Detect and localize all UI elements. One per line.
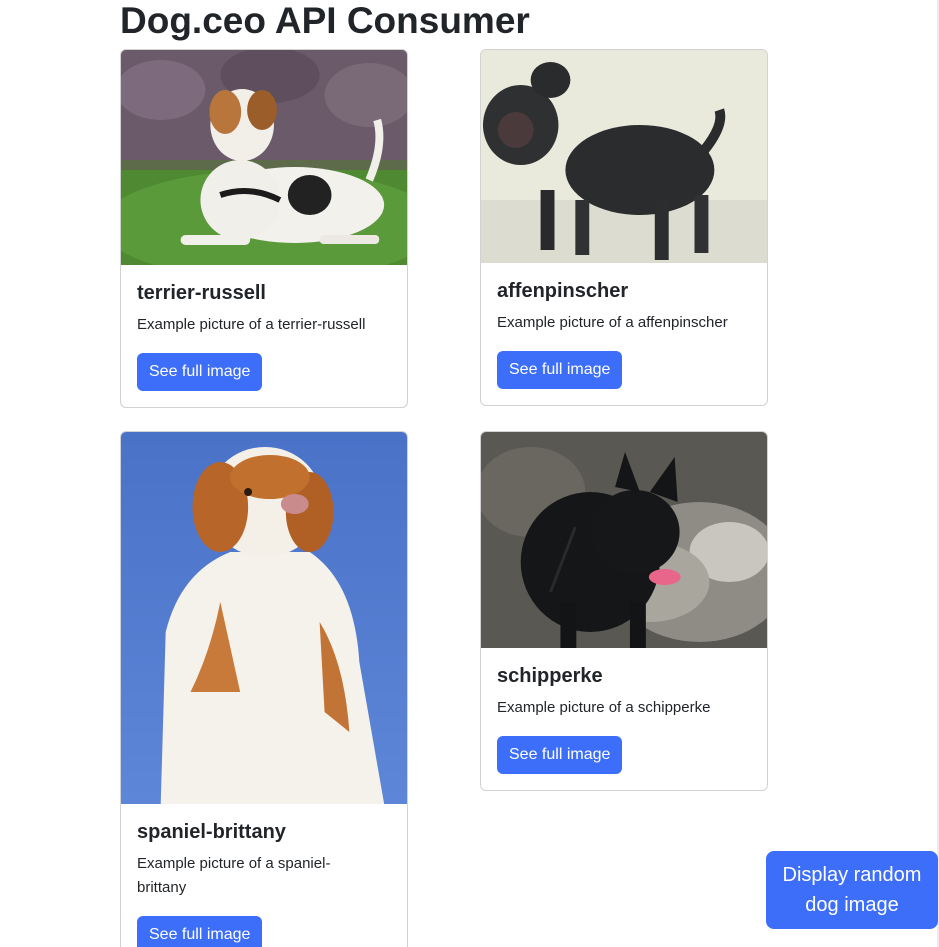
dog-photo xyxy=(481,432,767,648)
page: Dog.ceo API Consumer terrier-russell Exa… xyxy=(0,0,939,947)
card-title: spaniel-brittany xyxy=(137,821,286,843)
card-body: schipperke Example picture of a schipper… xyxy=(481,648,767,790)
card-caption: Example picture of a affenpinscher xyxy=(497,314,728,331)
dog-card-terrier-russell: terrier-russell Example picture of a ter… xyxy=(120,49,408,408)
card-caption: Example picture of a spaniel-brittany xyxy=(137,855,331,896)
see-full-image-button[interactable]: See full image xyxy=(137,916,263,947)
dog-card-spaniel-brittany: spaniel-brittany Example picture of a sp… xyxy=(120,431,408,947)
card-caption: Example picture of a schipperke xyxy=(497,699,711,716)
dog-photo xyxy=(481,50,767,263)
card-body: affenpinscher Example picture of a affen… xyxy=(481,263,767,405)
card-title: terrier-russell xyxy=(137,282,266,304)
card-body: terrier-russell Example picture of a ter… xyxy=(121,265,407,407)
dog-card-affenpinscher: affenpinscher Example picture of a affen… xyxy=(480,49,768,406)
page-title: Dog.ceo API Consumer xyxy=(120,0,530,41)
card-caption: Example picture of a terrier-russell xyxy=(137,316,366,333)
see-full-image-button[interactable]: See full image xyxy=(497,351,623,389)
dog-photo xyxy=(121,432,407,804)
see-full-image-button[interactable]: See full image xyxy=(137,353,263,391)
dog-card-schipperke: schipperke Example picture of a schipper… xyxy=(480,431,768,791)
dog-photo xyxy=(121,50,407,265)
display-random-dog-button[interactable]: Display random dog image xyxy=(766,851,938,929)
card-body: spaniel-brittany Example picture of a sp… xyxy=(121,804,407,947)
card-title: schipperke xyxy=(497,665,603,687)
see-full-image-button[interactable]: See full image xyxy=(497,736,623,774)
card-title: affenpinscher xyxy=(497,280,629,302)
